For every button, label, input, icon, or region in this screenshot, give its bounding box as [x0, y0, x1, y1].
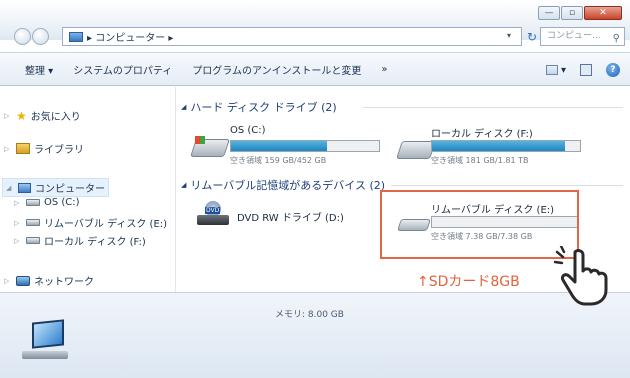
window-controls: — ▫ ✕ — [538, 6, 622, 20]
view-icon — [545, 65, 558, 75]
windows-logo-icon — [195, 136, 205, 144]
nav-drive-c[interactable]: ▷ OS (C:) — [14, 197, 80, 208]
library-icon — [16, 143, 30, 154]
hard-drive-icon — [26, 237, 40, 244]
expand-arrow-icon[interactable]: ▷ — [14, 199, 22, 207]
capacity-bar-fill — [231, 141, 328, 151]
more-commands-button[interactable]: » — [381, 64, 387, 75]
view-dropdown-arrow: ▾ — [560, 64, 566, 76]
minimize-button[interactable]: — — [538, 6, 560, 20]
nav-favorites-label: お気に入り — [30, 112, 81, 123]
drive-name: OS (C:) — [230, 125, 266, 136]
collapse-arrow-icon: ◢ — [181, 181, 187, 189]
search-icon: ⚲ — [612, 33, 620, 44]
nav-computer-label: コンピューター — [35, 184, 105, 195]
drive-tile-d[interactable]: DVD DVD RW ドライブ (D:) — [197, 197, 387, 237]
back-button[interactable] — [14, 28, 31, 45]
collapse-arrow-icon: ◢ — [181, 103, 187, 111]
forward-button[interactable] — [32, 28, 49, 45]
nav-favorites[interactable]: ▷ ★ お気に入り — [4, 108, 81, 124]
navigation-pane: ▷ ★ お気に入り ▷ ライブラリ ◢ コンピューター ▷ OS (C:) ▷ … — [0, 87, 176, 292]
drive-name: ローカル ディスク (F:) — [431, 129, 533, 140]
hdd-group-label: ハード ディスク ドライブ (2) — [190, 101, 337, 114]
capacity-bar — [431, 140, 581, 152]
nav-network-label: ネットワーク — [34, 277, 94, 288]
nav-libraries-label: ライブラリ — [34, 145, 84, 156]
organize-menu[interactable]: 整理 ▾ — [25, 62, 53, 77]
drive-name: DVD RW ドライブ (D:) — [237, 213, 344, 224]
command-bar: 整理 ▾ システムのプロパティ プログラムのアンインストールと変更 » ▾ ? — [0, 52, 630, 86]
star-icon: ★ — [16, 108, 27, 123]
collapse-arrow-icon[interactable]: ◢ — [6, 184, 14, 192]
nav-drive-e[interactable]: ▷ リムーバブル ディスク (E:) — [14, 215, 168, 231]
capacity-bar-fill — [432, 141, 566, 151]
hard-drive-icon — [26, 199, 40, 206]
pointing-hand-icon — [553, 246, 608, 306]
details-pane: メモリ: 8.00 GB — [0, 292, 630, 378]
removable-group-label: リムーバブル記憶域があるデバイス (2) — [190, 179, 386, 192]
expand-arrow-icon[interactable]: ▷ — [4, 277, 12, 285]
highlight-frame — [380, 190, 579, 259]
free-space-text: 空き領域 181 GB/1.81 TB — [431, 156, 529, 165]
expand-arrow-icon[interactable]: ▷ — [4, 145, 12, 153]
nav-drive-c-label: OS (C:) — [44, 197, 80, 208]
nav-libraries[interactable]: ▷ ライブラリ — [4, 141, 84, 156]
search-input[interactable]: コンピュー... ⚲ — [540, 27, 625, 46]
change-view-button[interactable]: ▾ — [545, 64, 566, 76]
free-space-text: 空き領域 159 GB/452 GB — [230, 156, 327, 165]
maximize-button[interactable]: ▫ — [561, 6, 583, 20]
hdd-group-header[interactable]: ◢ ハード ディスク ドライブ (2) — [181, 99, 337, 115]
group-divider — [391, 185, 623, 186]
nav-drive-f[interactable]: ▷ ローカル ディスク (F:) — [14, 233, 146, 249]
nav-drive-f-label: ローカル ディスク (F:) — [44, 237, 146, 248]
computer-icon — [22, 319, 74, 361]
nav-computer[interactable]: ◢ コンピューター — [2, 178, 109, 197]
refresh-icon[interactable]: ↻ — [527, 30, 537, 44]
address-dropdown[interactable]: ▾ — [507, 31, 511, 40]
close-button[interactable]: ✕ — [584, 6, 622, 20]
explorer-window: — ▫ ✕ ▸ コンピューター ▸ ▾ ↻ コンピュー... ⚲ 整理 ▾ シス… — [0, 0, 630, 378]
network-icon — [16, 275, 30, 286]
uninstall-program-button[interactable]: プログラムのアンインストールと変更 — [192, 62, 361, 77]
address-path: ▸ コンピューター ▸ — [87, 33, 174, 44]
computer-icon — [18, 182, 31, 193]
group-divider — [363, 107, 623, 108]
removable-drive-icon — [26, 219, 40, 226]
address-bar[interactable]: ▸ コンピューター ▸ ▾ — [62, 27, 522, 46]
drive-tile-c[interactable]: OS (C:) 空き領域 159 GB/452 GB — [185, 121, 395, 167]
expand-arrow-icon[interactable]: ▷ — [4, 112, 12, 120]
search-placeholder: コンピュー... — [547, 31, 601, 41]
expand-arrow-icon[interactable]: ▷ — [14, 219, 22, 227]
preview-pane-icon[interactable] — [580, 64, 592, 76]
computer-icon — [69, 31, 83, 42]
removable-group-header[interactable]: ◢ リムーバブル記憶域があるデバイス (2) — [181, 177, 385, 193]
capacity-bar — [230, 140, 380, 152]
nav-drive-e-label: リムーバブル ディスク (E:) — [44, 219, 168, 230]
memory-info: メモリ: 8.00 GB — [275, 310, 344, 320]
drive-tile-f[interactable]: ローカル ディスク (F:) 空き領域 181 GB/1.81 TB — [391, 121, 621, 167]
toolbar-right: ▾ ? — [545, 53, 630, 87]
system-properties-button[interactable]: システムのプロパティ — [73, 62, 172, 77]
help-icon[interactable]: ? — [606, 63, 620, 77]
nav-network[interactable]: ▷ ネットワーク — [4, 273, 94, 288]
expand-arrow-icon[interactable]: ▷ — [14, 237, 22, 245]
annotation-text: ↑SDカード8GB — [417, 274, 520, 290]
